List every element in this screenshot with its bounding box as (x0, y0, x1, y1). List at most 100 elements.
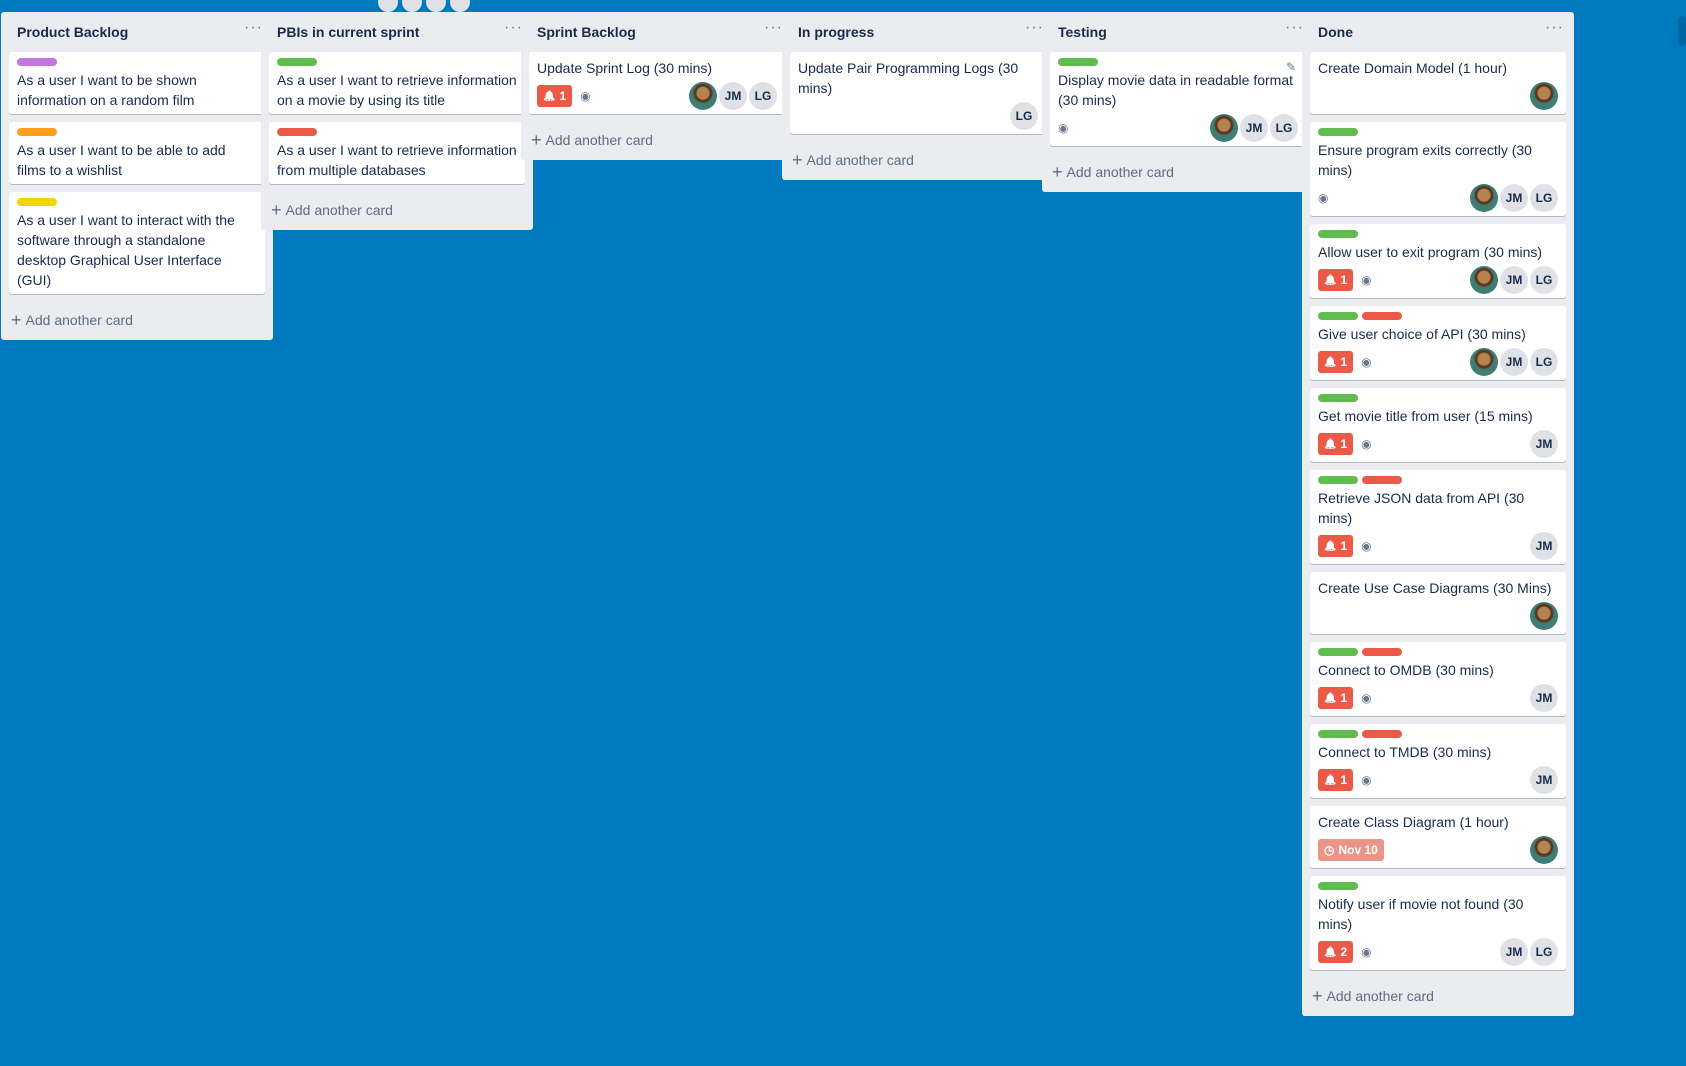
label-red[interactable] (1362, 730, 1402, 738)
card[interactable]: ✎ Display movie data in readable format (… (1050, 52, 1306, 146)
card[interactable]: Give user choice of API (30 mins) 🔔 1 ◉ JM LG (1310, 306, 1566, 380)
card[interactable]: As a user I want to retrieve information… (269, 122, 525, 184)
scrollbar[interactable] (1678, 16, 1686, 46)
avatar[interactable]: JM (1530, 684, 1558, 712)
eye-icon: ◉ (1058, 121, 1069, 135)
avatar[interactable] (450, 0, 470, 12)
list-title[interactable]: Product Backlog (17, 24, 128, 40)
card-badges: 🔔 1 ◉ (537, 85, 591, 107)
list-menu-icon[interactable]: ··· (1545, 20, 1564, 36)
due-date-badge[interactable]: ◷ Nov 10 (1318, 839, 1384, 861)
label-green[interactable] (1058, 58, 1098, 66)
label-green[interactable] (1318, 230, 1358, 238)
list-title[interactable]: PBIs in current sprint (277, 24, 419, 40)
list-header: In progress ··· (782, 12, 1054, 52)
card[interactable]: Connect to TMDB (30 mins) 🔔 1 ◉ JM (1310, 724, 1566, 798)
card[interactable]: Connect to OMDB (30 mins) 🔔 1 ◉ JM (1310, 642, 1566, 716)
card[interactable]: Create Use Case Diagrams (30 Mins) (1310, 572, 1566, 634)
avatar[interactable] (1530, 602, 1558, 630)
plus-icon: + (271, 200, 282, 220)
card-members: JM (1530, 430, 1558, 458)
add-card-button[interactable]: + Add another card (1302, 978, 1574, 1014)
card[interactable]: Update Pair Programming Logs (30 mins) LG (790, 52, 1046, 134)
label-green[interactable] (1318, 648, 1358, 656)
label-green[interactable] (1318, 128, 1358, 136)
eye-icon: ◉ (1361, 945, 1372, 959)
card[interactable]: Get movie title from user (15 mins) 🔔 1 ◉ JM (1310, 388, 1566, 462)
alert-badge: 🔔 1 (1318, 687, 1354, 709)
add-card-label: Add another card (806, 152, 914, 168)
label-orange[interactable] (17, 128, 57, 136)
list-title[interactable]: Testing (1058, 24, 1107, 40)
list-title[interactable]: Sprint Backlog (537, 24, 636, 40)
add-card-button[interactable]: + Add another card (521, 122, 793, 158)
alert-count: 1 (1340, 273, 1348, 287)
label-green[interactable] (1318, 882, 1358, 890)
label-red[interactable] (1362, 476, 1402, 484)
avatar[interactable]: JM (1500, 266, 1528, 294)
due-date: Nov 10 (1338, 843, 1378, 857)
add-card-button[interactable]: + Add another card (782, 142, 1054, 178)
avatar[interactable] (426, 0, 446, 12)
card[interactable]: Create Class Diagram (1 hour) ◷ Nov 10 (1310, 806, 1566, 868)
label-red[interactable] (1362, 312, 1402, 320)
avatar[interactable]: JM (1530, 430, 1558, 458)
label-yellow[interactable] (17, 198, 57, 206)
avatar[interactable] (378, 0, 398, 12)
list-4: Testing ··· ✎ Display movie data in readabl… (1042, 12, 1314, 192)
avatar[interactable]: JM (719, 82, 747, 110)
add-card-button[interactable]: + Add another card (1, 302, 273, 338)
avatar[interactable] (402, 0, 422, 12)
avatar[interactable]: LG (749, 82, 777, 110)
card-title: Notify user if movie not found (30 mins) (1318, 896, 1524, 932)
add-card-button[interactable]: + Add another card (261, 192, 533, 228)
label-green[interactable] (277, 58, 317, 66)
card[interactable]: Update Sprint Log (30 mins) 🔔 1 ◉ JM LG (529, 52, 785, 114)
add-card-button[interactable]: + Add another card (1042, 154, 1314, 190)
card[interactable]: Ensure program exits correctly (30 mins)… (1310, 122, 1566, 216)
card[interactable]: As a user I want to be able to add films… (9, 122, 265, 184)
avatar[interactable]: JM (1530, 532, 1558, 560)
list-title[interactable]: Done (1318, 24, 1353, 40)
avatar[interactable]: LG (1530, 348, 1558, 376)
avatar[interactable]: JM (1530, 766, 1558, 794)
card[interactable]: Create Domain Model (1 hour) (1310, 52, 1566, 114)
list-title[interactable]: In progress (798, 24, 874, 40)
avatar[interactable] (1470, 184, 1498, 212)
avatar[interactable]: LG (1270, 114, 1298, 142)
avatar[interactable] (1210, 114, 1238, 142)
label-red[interactable] (1362, 648, 1402, 656)
card[interactable]: As a user I want to interact with the so… (9, 192, 265, 294)
card[interactable]: As a user I want to retrieve information… (269, 52, 525, 114)
card[interactable]: As a user I want to be shown information… (9, 52, 265, 114)
label-green[interactable] (1318, 312, 1358, 320)
avatar[interactable]: JM (1500, 938, 1528, 966)
card[interactable]: Notify user if movie not found (30 mins)… (1310, 876, 1566, 970)
label-green[interactable] (1318, 476, 1358, 484)
card-badges: 🔔 1 ◉ (1318, 769, 1372, 791)
avatar[interactable] (1470, 266, 1498, 294)
card-badges: 🔔 1 ◉ (1318, 269, 1372, 291)
avatar[interactable]: LG (1530, 938, 1558, 966)
card-labels (1318, 730, 1558, 738)
avatar[interactable]: JM (1500, 184, 1528, 212)
label-purple[interactable] (17, 58, 57, 66)
avatar[interactable] (689, 82, 717, 110)
add-card-label: Add another card (25, 312, 133, 328)
list-menu-icon[interactable]: ··· (764, 20, 783, 36)
avatar[interactable] (1470, 348, 1498, 376)
avatar[interactable]: LG (1530, 266, 1558, 294)
card[interactable]: Retrieve JSON data from API (30 mins) 🔔 1 ◉… (1310, 470, 1566, 564)
avatar[interactable] (1530, 82, 1558, 110)
avatar[interactable]: JM (1240, 114, 1268, 142)
alert-count: 1 (1340, 355, 1348, 369)
avatar[interactable]: LG (1530, 184, 1558, 212)
avatar[interactable] (1530, 836, 1558, 864)
label-red[interactable] (277, 128, 317, 136)
label-green[interactable] (1318, 394, 1358, 402)
card[interactable]: Allow user to exit program (30 mins) 🔔 1 ◉ J… (1310, 224, 1566, 298)
edit-icon[interactable]: ✎ (1286, 60, 1296, 74)
label-green[interactable] (1318, 730, 1358, 738)
avatar[interactable]: JM (1500, 348, 1528, 376)
avatar[interactable]: LG (1010, 102, 1038, 130)
